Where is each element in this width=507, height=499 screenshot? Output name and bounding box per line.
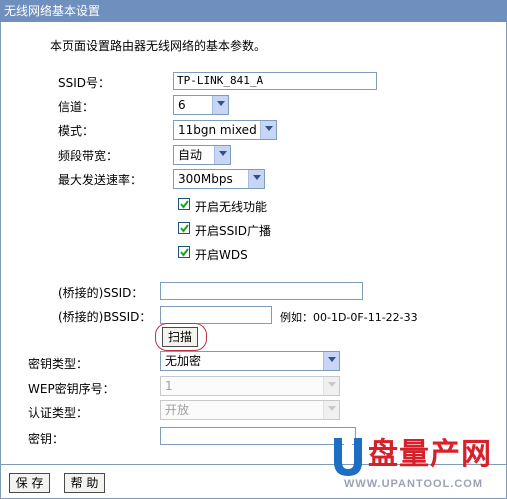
key-type-select[interactable]: 无加密 (160, 351, 340, 371)
wep-index-value: 1 (165, 379, 173, 393)
bridge-ssid-input[interactable] (160, 282, 363, 300)
enable-wireless-label: 开启无线功能 (195, 200, 268, 214)
bandwidth-select[interactable]: 自动 (173, 145, 231, 165)
max-rate-select[interactable]: 300Mbps (173, 169, 265, 189)
channel-value: 6 (178, 98, 186, 112)
ssid-label: SSID号： (58, 76, 111, 90)
channel-select[interactable]: 6 (173, 95, 229, 115)
checkmark-icon (180, 224, 189, 233)
auth-type-label: 认证类型： (28, 406, 89, 420)
mode-select[interactable]: 11bgn mixed (173, 120, 277, 140)
mode-value: 11bgn mixed (178, 123, 257, 137)
enable-ssid-broadcast-checkbox[interactable] (178, 222, 190, 234)
key-label: 密钥： (28, 432, 65, 446)
auth-type-select[interactable]: 开放 (160, 400, 340, 420)
bandwidth-label: 频段带宽： (58, 149, 119, 163)
chevron-down-icon (260, 121, 276, 139)
enable-wireless-checkbox[interactable] (178, 198, 190, 210)
chevron-down-icon (323, 401, 339, 419)
max-rate-label: 最大发送速率： (58, 173, 143, 187)
auth-type-value: 开放 (165, 403, 190, 417)
key-type-value: 无加密 (165, 354, 202, 368)
bssid-example-hint: 例如：00-1D-0F-11-22-33 (280, 311, 418, 324)
save-button[interactable]: 保 存 (9, 473, 50, 493)
bandwidth-value: 自动 (178, 148, 203, 162)
channel-label: 信道： (58, 100, 95, 114)
logo-brand-text: 盘量产网 (368, 437, 492, 472)
enable-wds-checkbox[interactable] (178, 246, 190, 258)
max-rate-value: 300Mbps (178, 172, 233, 186)
chevron-down-icon (323, 352, 339, 370)
panel-title: 无线网络基本设置 (0, 0, 507, 22)
key-input[interactable] (160, 427, 356, 445)
u-logo-icon (334, 438, 362, 476)
chevron-down-icon (214, 146, 230, 164)
logo-url-text: WWW.UPANTOOL.COM (344, 478, 484, 490)
mode-label: 模式： (58, 124, 95, 138)
checkmark-icon (180, 200, 189, 209)
chevron-down-icon (248, 170, 264, 188)
ssid-input[interactable]: TP-LINK_841_A (173, 72, 377, 90)
help-button[interactable]: 帮 助 (64, 473, 105, 493)
bridge-ssid-label: (桥接的)SSID： (58, 286, 144, 300)
scan-button[interactable]: 扫描 (162, 327, 198, 347)
chevron-down-icon (212, 96, 228, 114)
page-description: 本页面设置路由器无线网络的基本参数。 (50, 39, 267, 53)
wep-index-label: WEP密钥序号： (28, 382, 115, 396)
bridge-bssid-label: (桥接的)BSSID： (58, 310, 152, 324)
checkmark-icon (180, 248, 189, 257)
enable-ssid-broadcast-label: 开启SSID广播 (195, 224, 272, 238)
enable-wds-label: 开启WDS (195, 248, 248, 262)
wep-index-select[interactable]: 1 (160, 376, 340, 396)
chevron-down-icon (323, 377, 339, 395)
bridge-bssid-input[interactable] (160, 306, 272, 324)
key-type-label: 密钥类型： (28, 357, 89, 371)
upantool-logo: 盘量产网 WWW.UPANTOOL.COM (328, 434, 506, 494)
